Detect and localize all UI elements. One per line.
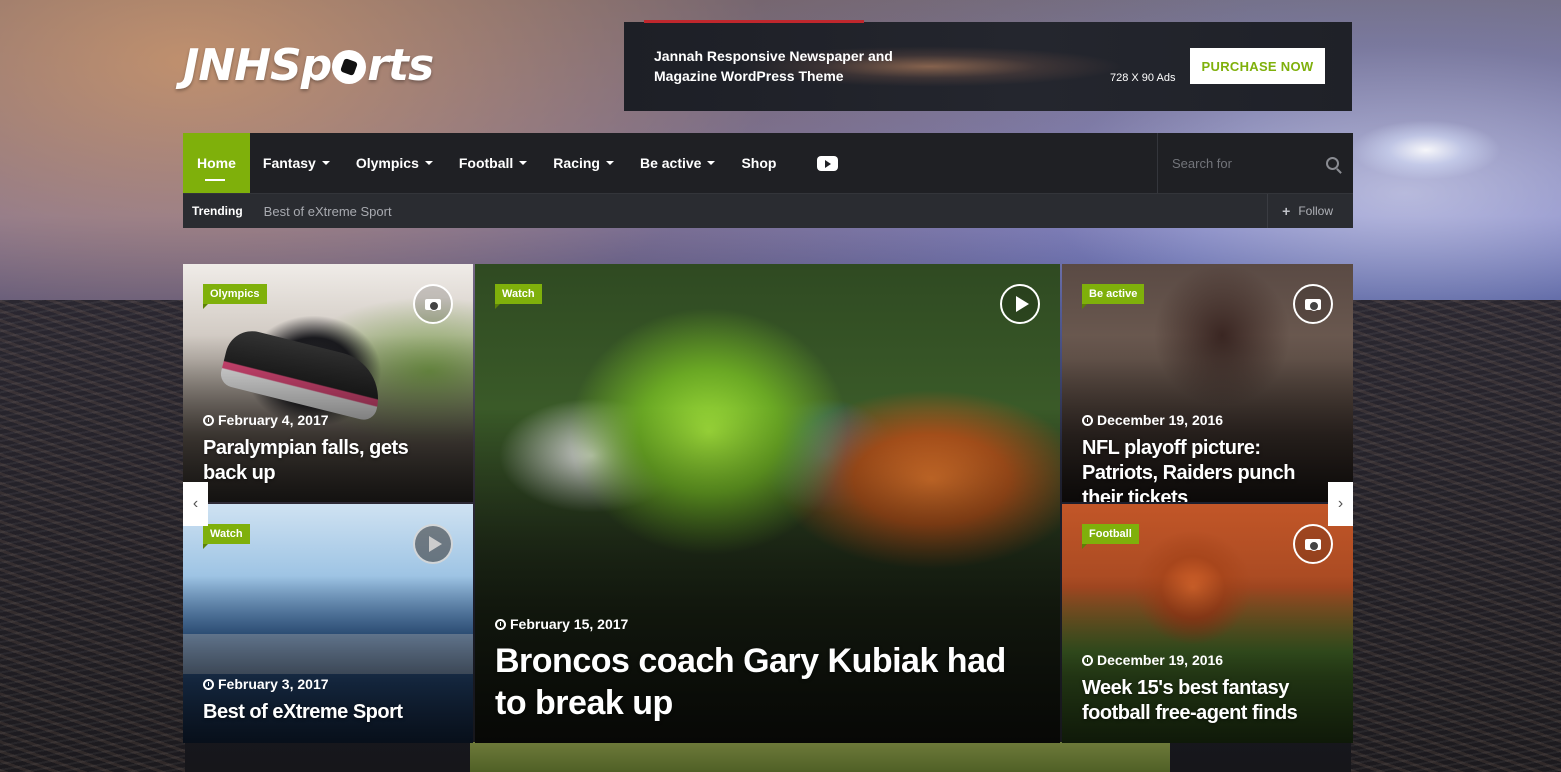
camera-icon <box>1293 284 1333 324</box>
slide-tile-featured[interactable]: Watch February 15, 2017 Broncos coach Ga… <box>475 264 1060 743</box>
slider-prev-button[interactable]: ‹ <box>183 482 208 526</box>
nav-item-olympics[interactable]: Olympics <box>343 133 446 193</box>
post-title[interactable]: Week 15's best fantasy football free-age… <box>1082 676 1333 726</box>
stadium-lights <box>1351 120 1501 180</box>
nav-item-football[interactable]: Football <box>446 133 540 193</box>
category-badge[interactable]: Watch <box>495 284 542 309</box>
slide-tile-olympics[interactable]: Olympics February 4, 2017 Paralympian fa… <box>183 264 473 502</box>
trending-label: Trending <box>192 204 243 218</box>
chevron-right-icon: › <box>1337 495 1344 512</box>
post-title[interactable]: Best of eXtreme Sport <box>203 700 453 725</box>
clock-icon <box>495 619 506 630</box>
chevron-down-icon <box>321 161 330 165</box>
post-date: February 4, 2017 <box>203 412 329 428</box>
site-logo[interactable]: JNHSp rts <box>183 40 434 91</box>
post-date-text: December 19, 2016 <box>1097 412 1224 428</box>
post-title[interactable]: NFL playoff picture: Patriots, Raiders p… <box>1082 436 1333 502</box>
trending-bar: Trending Best of eXtreme Sport + Follow <box>183 193 1353 228</box>
chevron-left-icon: ‹ <box>192 495 199 512</box>
category-badge[interactable]: Watch <box>203 524 250 549</box>
clock-icon <box>203 415 214 426</box>
post-date-text: February 3, 2017 <box>218 676 329 692</box>
camera-icon <box>413 284 453 324</box>
trending-headline-link[interactable]: Best of eXtreme Sport <box>252 204 392 219</box>
clock-icon <box>1082 415 1093 426</box>
chevron-down-icon <box>519 161 528 165</box>
chevron-down-icon <box>605 161 614 165</box>
nav-item-racing[interactable]: Racing <box>540 133 627 193</box>
nav-item-home[interactable]: Home <box>183 133 250 193</box>
main-navigation: Home Fantasy Olympics Football Racing Be… <box>183 133 1353 193</box>
nav-label-home: Home <box>197 155 236 171</box>
camera-icon <box>1293 524 1333 564</box>
nav-label-olympics: Olympics <box>355 155 419 171</box>
category-badge[interactable]: Football <box>1082 524 1139 549</box>
purchase-now-button[interactable]: PURCHASE NOW <box>1190 48 1325 84</box>
logo-text-part-2: rts <box>367 40 434 91</box>
nav-label-be-active: Be active <box>639 155 702 171</box>
background-crowd-left <box>0 300 185 772</box>
post-date-text: February 15, 2017 <box>510 616 629 632</box>
category-badge[interactable]: Olympics <box>203 284 267 309</box>
search-box[interactable]: Search for <box>1157 133 1353 193</box>
nav-item-youtube[interactable] <box>789 133 851 193</box>
slide-tile-football[interactable]: Football December 19, 2016 Week 15's bes… <box>1062 504 1353 743</box>
search-icon[interactable] <box>1326 156 1339 170</box>
follow-label: Follow <box>1298 204 1333 218</box>
ad-accent-bar <box>644 20 864 23</box>
play-icon[interactable] <box>413 524 453 564</box>
logo-text-part-1: JNHSp <box>183 40 332 91</box>
slider-next-button[interactable]: › <box>1328 482 1353 526</box>
post-title[interactable]: Paralympian falls, gets back up <box>203 436 453 486</box>
chevron-down-icon <box>707 161 716 165</box>
soccer-ball-icon <box>332 50 367 84</box>
post-date: December 19, 2016 <box>1082 412 1223 428</box>
clock-icon <box>203 679 214 690</box>
clock-icon <box>1082 655 1093 666</box>
category-badge[interactable]: Be active <box>1082 284 1145 309</box>
featured-slider: Olympics February 4, 2017 Paralympian fa… <box>183 264 1353 743</box>
background-crowd-right <box>1351 300 1561 772</box>
nav-label-football: Football <box>458 155 514 171</box>
post-date: February 15, 2017 <box>495 616 628 632</box>
slide-tile-watch-small[interactable]: Watch February 3, 2017 Best of eXtreme S… <box>183 504 473 743</box>
ad-banner[interactable]: Jannah Responsive Newspaper and Magazine… <box>624 20 1352 111</box>
nav-label-fantasy: Fantasy <box>262 155 316 171</box>
post-date: February 3, 2017 <box>203 676 329 692</box>
chevron-down-icon <box>424 161 433 165</box>
post-date-text: December 19, 2016 <box>1097 652 1224 668</box>
ad-size-label: 728 X 90 Ads <box>1110 72 1176 84</box>
slide-tile-be-active[interactable]: Be active December 19, 2016 NFL playoff … <box>1062 264 1353 502</box>
post-title[interactable]: Broncos coach Gary Kubiak had to break u… <box>495 640 1020 724</box>
follow-button[interactable]: + Follow <box>1267 194 1353 228</box>
post-date-text: February 4, 2017 <box>218 412 329 428</box>
nav-item-shop[interactable]: Shop <box>728 133 789 193</box>
nav-item-fantasy[interactable]: Fantasy <box>250 133 343 193</box>
ad-headline: Jannah Responsive Newspaper and Magazine… <box>654 48 893 84</box>
youtube-icon <box>817 155 839 171</box>
search-input[interactable]: Search for <box>1172 156 1232 171</box>
plus-icon: + <box>1282 203 1291 219</box>
post-date: December 19, 2016 <box>1082 652 1223 668</box>
play-icon[interactable] <box>1000 284 1040 324</box>
nav-item-be-active[interactable]: Be active <box>627 133 728 193</box>
background-field <box>470 742 1170 772</box>
nav-label-shop: Shop <box>741 155 777 171</box>
nav-label-racing: Racing <box>553 155 600 171</box>
